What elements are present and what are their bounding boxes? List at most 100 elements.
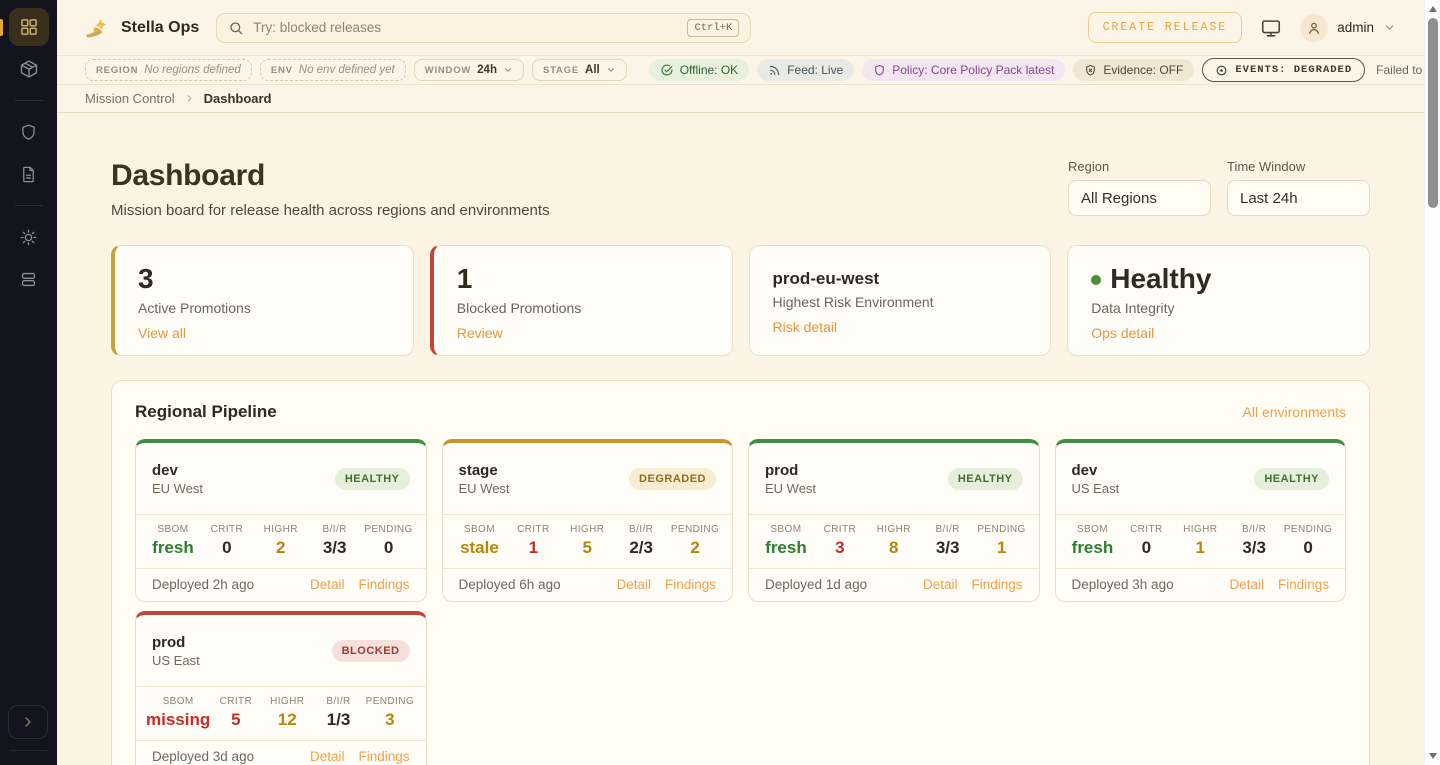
check-circle-icon [660,63,674,77]
metric-bir: B/I/R3/3 [1227,524,1281,558]
chevron-down-icon [606,65,616,75]
comet-logo-icon [85,16,111,40]
view-all-link[interactable]: View all [138,325,186,341]
avatar [1300,14,1328,42]
global-search[interactable]: Ctrl+K [216,13,751,43]
active-nav-indicator [0,19,3,36]
ops-detail-link[interactable]: Ops detail [1091,325,1154,341]
findings-link[interactable]: Findings [665,577,716,592]
stage-filter-dropdown[interactable]: STAGE All [532,59,627,81]
pipeline-card-dev-eu-west: dev EU West HEALTHY SBOMfresh CRITR0 HIG… [135,439,427,602]
sidebar [0,0,57,765]
environment-name: stage [459,462,510,479]
sidebar-item-security[interactable] [9,113,49,151]
breadcrumb: Mission Control Dashboard [57,85,1424,113]
metric-critr: CRITR1 [506,524,560,558]
top-actions: CREATE RELEASE admin [1088,12,1396,43]
sidebar-divider [15,205,43,206]
page-content: Dashboard Mission board for release heal… [57,113,1424,765]
pipeline-card-footer: Deployed 3h ago Detail Findings [1056,569,1346,601]
metric-pending: PENDING0 [362,524,416,558]
page-heading-block: Dashboard Mission board for release heal… [111,159,550,219]
time-window-select-value: Last 24h [1240,190,1298,207]
events-status-pill[interactable]: EVENTS: DEGRADED [1202,58,1365,82]
metric-critr: CRITR0 [200,524,254,558]
evidence-status-label: Evidence: OFF [1103,63,1183,77]
page-subtitle: Mission board for release health across … [111,202,550,219]
detail-link[interactable]: Detail [1229,577,1264,592]
metrics-row: SBOMstale CRITR1 HIGHR5 B/I/R2/3 PENDING… [443,515,733,569]
detail-link[interactable]: Detail [310,749,345,764]
metric-sbom: SBOMfresh [759,524,813,558]
scroll-down-arrow-icon[interactable] [1429,753,1437,759]
shield-icon [873,64,886,77]
region-filter-chip[interactable]: REGION No regions defined [85,59,252,81]
sidebar-item-dashboard[interactable] [9,8,49,46]
all-environments-link[interactable]: All environments [1243,404,1347,420]
active-promotions-label: Active Promotions [138,300,390,316]
time-window-select-group: Time Window Last 24h [1227,159,1370,216]
scroll-up-arrow-icon[interactable] [1429,6,1437,12]
time-window-select[interactable]: Last 24h [1227,180,1370,216]
metric-bir: B/I/R3/3 [308,524,362,558]
detail-link[interactable]: Detail [310,577,345,592]
environment-region: EU West [459,481,510,496]
deployed-time: Deployed 1d ago [765,577,867,592]
target-icon [1215,64,1228,77]
monitor-icon[interactable] [1260,17,1282,39]
sidebar-item-releases[interactable] [9,50,49,88]
dashboard-grid-icon [19,17,39,37]
sidebar-item-infrastructure[interactable] [9,260,49,298]
deployed-time: Deployed 3h ago [1072,577,1174,592]
deployed-time: Deployed 3d ago [152,749,254,764]
sidebar-expand-button[interactable] [8,705,48,739]
findings-link[interactable]: Findings [358,577,409,592]
region-select-group: Region All Regions [1068,159,1211,216]
create-release-button[interactable]: CREATE RELEASE [1088,12,1243,43]
breadcrumb-parent[interactable]: Mission Control [85,91,175,106]
detail-link[interactable]: Detail [616,577,651,592]
deployed-time: Deployed 6h ago [459,577,561,592]
active-promotions-value: 3 [138,263,390,295]
pipeline-cards-grid: dev EU West HEALTHY SBOMfresh CRITR0 HIG… [135,439,1346,765]
environment-name: prod [765,462,816,479]
env-filter-chip[interactable]: ENV No env defined yet [260,59,406,81]
metric-highr: HIGHR5 [560,524,614,558]
offline-status-chip[interactable]: Offline: OK [649,59,749,81]
scrollbar-thumb[interactable] [1428,18,1438,208]
document-icon [19,165,38,184]
window-filter-dropdown[interactable]: WINDOW 24h [414,59,524,81]
metric-sbom: SBOMfresh [1066,524,1120,558]
sidebar-item-settings[interactable] [9,218,49,256]
user-menu[interactable]: admin [1300,14,1396,42]
feed-status-chip[interactable]: Feed: Live [757,59,854,81]
review-link[interactable]: Review [457,325,503,341]
status-badge: HEALTHY [948,468,1023,490]
evidence-status-chip[interactable]: Evidence: OFF [1073,59,1194,81]
environment-region: US East [152,653,200,668]
page-header: Dashboard Mission board for release heal… [111,159,1370,219]
metrics-row: SBOMfresh CRITR0 HIGHR2 B/I/R3/3 PENDING… [136,515,426,569]
region-select[interactable]: All Regions [1068,180,1211,216]
findings-link[interactable]: Findings [1278,577,1329,592]
data-integrity-value-row: Healthy [1091,263,1346,295]
findings-link[interactable]: Findings [971,577,1022,592]
findings-link[interactable]: Findings [358,749,409,764]
metric-pending: PENDING0 [1281,524,1335,558]
policy-status-chip[interactable]: Policy: Core Policy Pack latest [862,59,1065,81]
risk-detail-link[interactable]: Risk detail [773,319,838,335]
panel-title: Regional Pipeline [135,402,277,422]
top-bar: Stella Ops Ctrl+K CREATE RELEASE admin [57,0,1424,56]
environment-region: US East [1072,481,1120,496]
sidebar-item-documents[interactable] [9,155,49,193]
events-status-label: EVENTS: DEGRADED [1235,64,1352,76]
metric-highr: HIGHR2 [254,524,308,558]
detail-link[interactable]: Detail [923,577,958,592]
metrics-row: SBOMfresh CRITR3 HIGHR8 B/I/R3/3 PENDING… [749,515,1039,569]
search-input[interactable] [253,20,678,35]
highest-risk-label: Highest Risk Environment [773,294,1028,310]
metric-highr: HIGHR12 [262,696,313,730]
vertical-scrollbar[interactable] [1424,0,1440,765]
window-chip-value: 24h [477,64,497,76]
feed-status-label: Feed: Live [787,63,843,77]
